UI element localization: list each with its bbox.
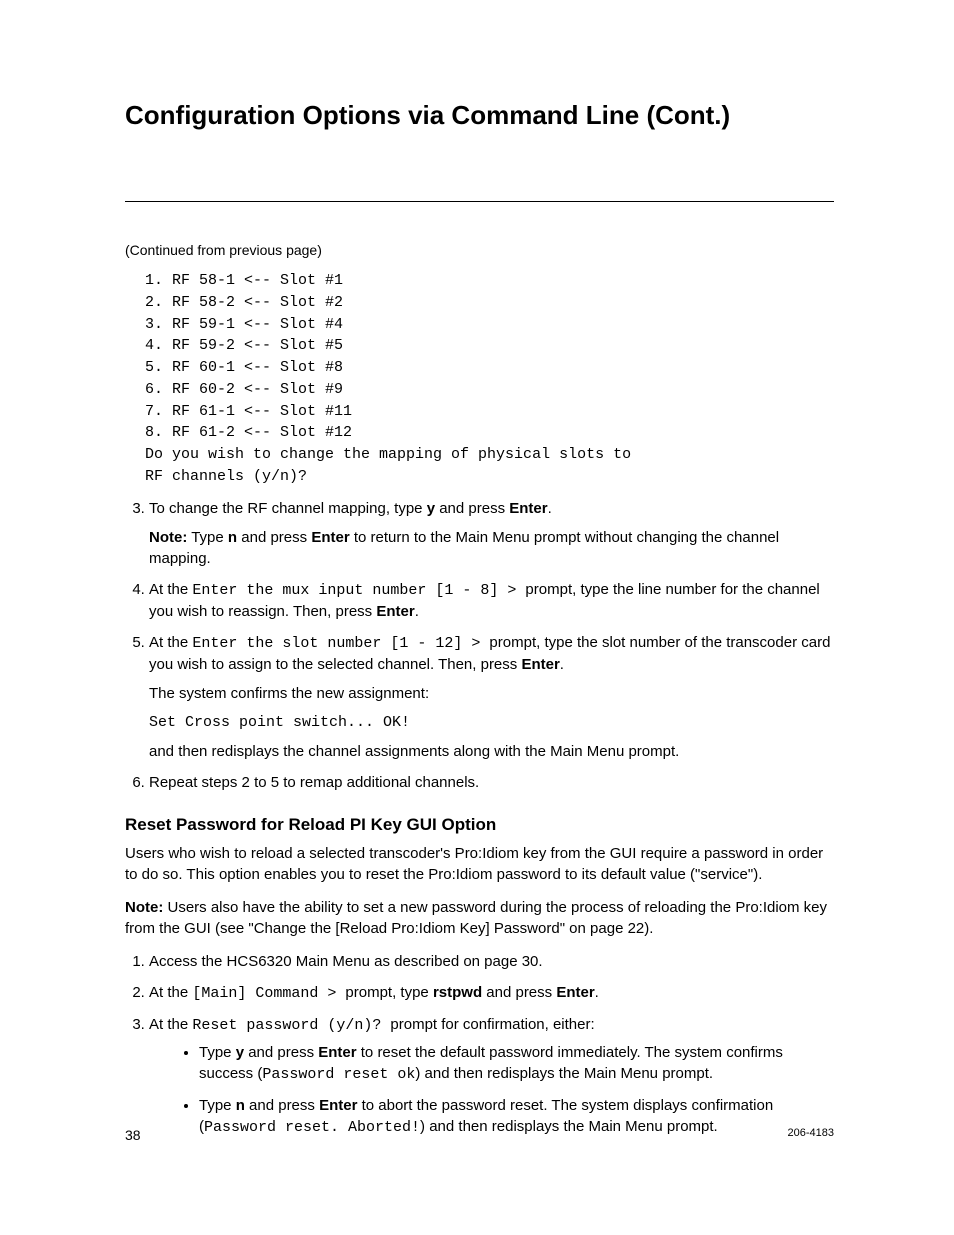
continued-text: (Continued from previous page) [125, 242, 834, 258]
key-enter: Enter [556, 984, 594, 1001]
text: At the [149, 1016, 192, 1033]
text: and press [245, 1097, 319, 1114]
prompt-text: Reset password (y/n)? [192, 1017, 390, 1034]
text: At the [149, 581, 192, 598]
note-paragraph: Note: Users also have the ability to set… [125, 897, 834, 939]
key-y: y [236, 1044, 244, 1061]
text: Type [199, 1097, 236, 1114]
key-enter: Enter [509, 500, 547, 517]
text: and press [237, 529, 311, 546]
output-text: Password reset ok [262, 1066, 415, 1083]
text: prompt, type [345, 984, 433, 1001]
text: . [595, 984, 599, 1001]
after-text: and then redisplays the channel assignme… [149, 741, 834, 762]
code-block: 1. RF 58-1 <-- Slot #1 2. RF 58-2 <-- Sl… [145, 270, 834, 488]
document-page: Configuration Options via Command Line (… [0, 0, 954, 1235]
text: . [415, 603, 419, 620]
prompt-text: Enter the slot number [1 - 12] > [192, 635, 489, 652]
key-enter: Enter [521, 656, 559, 673]
key-n: n [236, 1097, 245, 1114]
page-title: Configuration Options via Command Line (… [125, 100, 834, 131]
prompt-text: Enter the mux input number [1 - 8] > [192, 582, 525, 599]
divider [125, 201, 834, 202]
command: rstpwd [433, 984, 482, 1001]
prompt-text: [Main] Command > [192, 985, 345, 1002]
bullet-list: Type y and press Enter to reset the defa… [149, 1042, 834, 1138]
text: Type [187, 529, 228, 546]
text: and press [435, 500, 509, 517]
text: Users also have the ability to set a new… [125, 899, 827, 937]
text: and press [482, 984, 556, 1001]
paragraph: Users who wish to reload a selected tran… [125, 843, 834, 885]
bullet-1: Type y and press Enter to reset the defa… [199, 1042, 834, 1085]
text: prompt for confirmation, either: [390, 1016, 594, 1033]
section-heading: Reset Password for Reload PI Key GUI Opt… [125, 815, 834, 835]
reset-step-2: At the [Main] Command > prompt, type rst… [149, 982, 834, 1004]
note-label: Note: [125, 899, 163, 916]
text: At the [149, 984, 192, 1001]
step-6: Repeat steps 2 to 5 to remap additional … [149, 772, 834, 793]
reset-step-3: At the Reset password (y/n)? prompt for … [149, 1014, 834, 1138]
note: Note: Type n and press Enter to return t… [149, 527, 834, 569]
key-enter: Enter [318, 1044, 356, 1061]
confirm-output: Set Cross point switch... OK! [149, 712, 834, 733]
text: . [548, 500, 552, 517]
text: ) and then redisplays the Main Menu prom… [415, 1065, 713, 1082]
text: At the [149, 634, 192, 651]
reset-step-1: Access the HCS6320 Main Menu as describe… [149, 951, 834, 972]
document-id: 206-4183 [788, 1127, 835, 1139]
text: Type [199, 1044, 236, 1061]
ordered-steps: To change the RF channel mapping, type y… [125, 498, 834, 793]
key-y: y [427, 500, 435, 517]
step-4: At the Enter the mux input number [1 - 8… [149, 579, 834, 622]
text: and press [244, 1044, 318, 1061]
note-label: Note: [149, 529, 187, 546]
confirm-text: The system confirms the new assignment: [149, 683, 834, 704]
step-3: To change the RF channel mapping, type y… [149, 498, 834, 569]
key-enter: Enter [311, 529, 349, 546]
text: . [560, 656, 564, 673]
key-n: n [228, 529, 237, 546]
text: To change the RF channel mapping, type [149, 500, 427, 517]
key-enter: Enter [319, 1097, 357, 1114]
page-number: 38 [125, 1127, 141, 1143]
reset-steps: Access the HCS6320 Main Menu as describe… [125, 951, 834, 1138]
step-5: At the Enter the slot number [1 - 12] > … [149, 632, 834, 762]
key-enter: Enter [376, 603, 414, 620]
page-footer: 38 206-4183 [125, 1127, 834, 1143]
